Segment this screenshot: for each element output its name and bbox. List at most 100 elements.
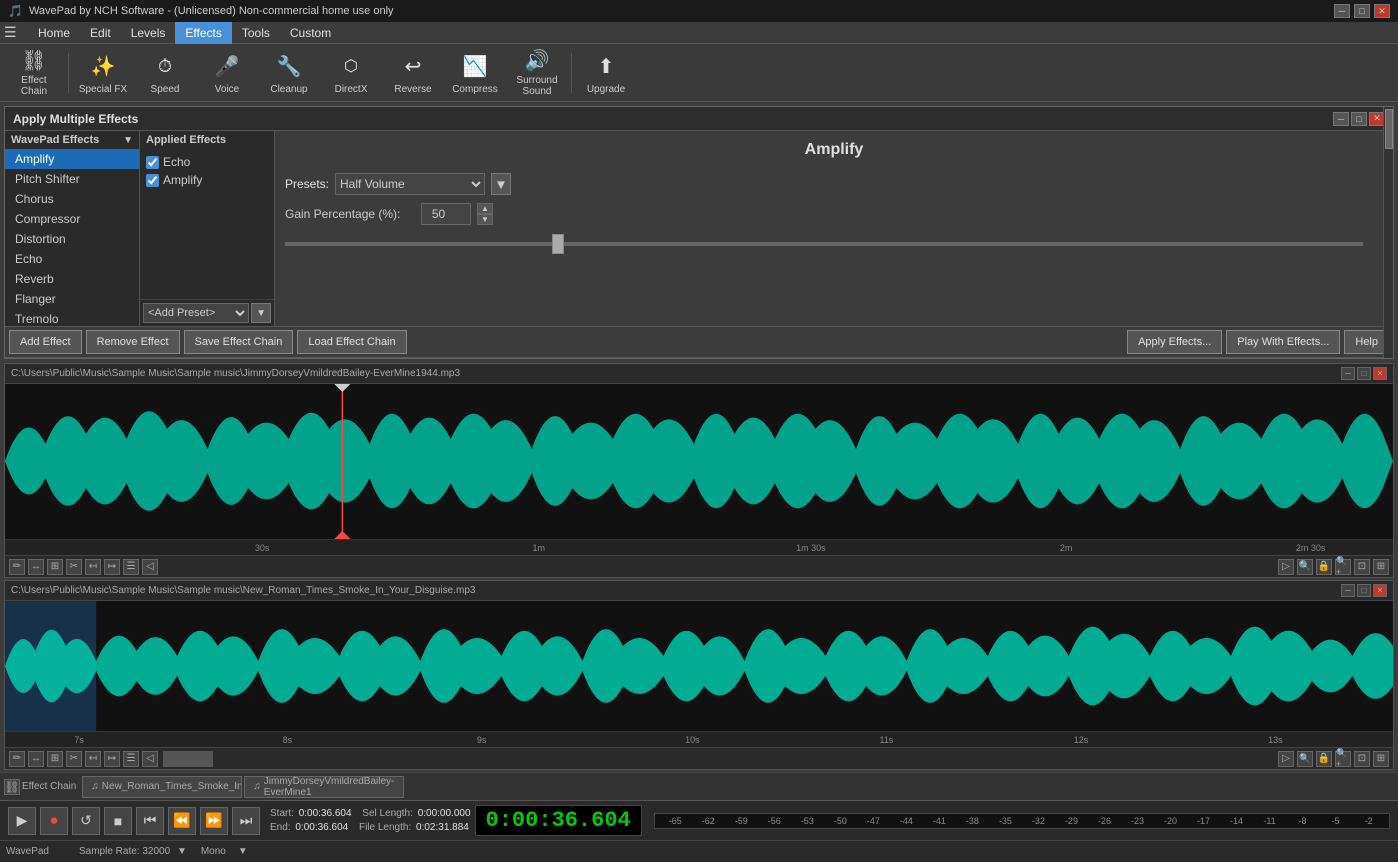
wave2-scroll-region[interactable] [163,751,213,767]
fast-forward-button[interactable]: ⏩ [200,807,228,835]
effects-list[interactable]: Amplify Pitch Shifter Chorus Compressor … [5,149,139,326]
tool-cleanup[interactable]: 🔧 Cleanup [259,47,319,99]
effect-chain-icon-taskbar[interactable]: ⛓ [4,779,20,795]
gain-slider[interactable] [285,242,1363,246]
wave1-cut[interactable]: ✂ [66,559,82,575]
loop-button[interactable]: ↺ [72,807,100,835]
applied-echo-checkbox[interactable] [146,156,159,169]
tool-speed[interactable]: ⏱ Speed [135,47,195,99]
record-button[interactable]: ⏺ [40,807,68,835]
ame-scrollbar-thumb[interactable] [1385,109,1393,149]
wave2-zoom-out[interactable]: 🔍 [1297,751,1313,767]
load-effect-chain-button[interactable]: Load Effect Chain [297,330,406,354]
cleanup-icon: 🔧 [273,50,305,82]
menu-custom[interactable]: Custom [280,22,341,44]
wave1-nav[interactable]: ◁ [142,559,158,575]
menu-levels[interactable]: Levels [121,22,176,44]
wave1-zoom-region[interactable]: ⊞ [47,559,63,575]
prev-button[interactable]: ⏮ [136,807,164,835]
add-preset-select[interactable]: <Add Preset> [143,303,249,323]
tool-reverse[interactable]: ↩ Reverse [383,47,443,99]
wave1-close[interactable]: ✕ [1373,367,1387,380]
wave2-fit[interactable]: ⊡ [1354,751,1370,767]
wave2-maximize[interactable]: □ [1357,584,1371,597]
wave2-canvas[interactable] [5,601,1393,731]
wave2-cut[interactable]: ✂ [66,751,82,767]
play-button[interactable]: ▶ [8,807,36,835]
tool-compress[interactable]: 📉 Compress [445,47,505,99]
tool-effect-chain[interactable]: ⛓ Effect Chain [4,47,64,99]
hamburger-menu[interactable]: ☰ [4,24,24,41]
maximize-button[interactable]: □ [1354,4,1370,18]
wave2-nav[interactable]: ◁ [142,751,158,767]
tool-special-fx[interactable]: ✨ Special FX [73,47,133,99]
wave2-nav-right[interactable]: ▷ [1278,751,1294,767]
wave2-minimize[interactable]: ─ [1341,584,1355,597]
ame-maximize[interactable]: □ [1351,112,1367,126]
wave2-lock[interactable]: 🔒 [1316,751,1332,767]
wave2-zoom-region[interactable]: ⊞ [47,751,63,767]
tool-directx[interactable]: ⬡ DirectX [321,47,381,99]
save-effect-chain-button[interactable]: Save Effect Chain [184,330,294,354]
preset-dropdown-arrow[interactable]: ▼ [491,173,511,195]
add-effect-button[interactable]: Add Effect [9,330,82,354]
menu-tools[interactable]: Tools [232,22,280,44]
effect-pitch-shifter[interactable]: Pitch Shifter [5,169,139,189]
tab-new-roman[interactable]: ♫ New_Roman_Times_Smoke_In_Your_ [82,776,242,798]
wave1-header: C:\Users\Public\Music\Sample Music\Sampl… [5,364,1393,384]
effect-chorus[interactable]: Chorus [5,189,139,209]
effect-echo[interactable]: Echo [5,249,139,269]
wave2-close[interactable]: ✕ [1373,584,1387,597]
wave1-nav-right[interactable]: ▷ [1278,559,1294,575]
tool-upgrade[interactable]: ⬆ Upgrade [576,47,636,99]
effect-compressor[interactable]: Compressor [5,209,139,229]
wave2-out[interactable]: ↦ [104,751,120,767]
wave2-zoom-in[interactable]: 🔍+ [1335,751,1351,767]
close-button[interactable]: ✕ [1374,4,1390,18]
effect-tremolo[interactable]: Tremolo [5,309,139,326]
gain-up-btn[interactable]: ▲ [477,203,493,214]
wave2-select[interactable]: ↔ [28,751,44,767]
wave1-maximize[interactable]: □ [1357,367,1371,380]
play-with-effects-button[interactable]: Play With Effects... [1226,330,1340,354]
menu-edit[interactable]: Edit [80,22,121,44]
ame-scrollbar[interactable] [1383,107,1393,358]
add-preset-dropdown-btn[interactable]: ▼ [251,303,271,323]
wave2-pencil[interactable]: ✏ [9,751,25,767]
wave1-zoom-out[interactable]: 🔍 [1297,559,1313,575]
preset-select[interactable]: Half Volume Full Volume None [335,173,485,195]
wave2-in[interactable]: ↤ [85,751,101,767]
effect-amplify[interactable]: Amplify [5,149,139,169]
tool-surround[interactable]: 🔊 Surround Sound [507,47,567,99]
wave1-extra[interactable]: ⊞ [1373,559,1389,575]
wave1-fit[interactable]: ⊡ [1354,559,1370,575]
wave1-select[interactable]: ↔ [28,559,44,575]
menu-home[interactable]: Home [28,22,80,44]
apply-effects-button[interactable]: Apply Effects... [1127,330,1222,354]
wave1-out[interactable]: ↦ [104,559,120,575]
wave1-in[interactable]: ↤ [85,559,101,575]
wave1-lock[interactable]: 🔒 [1316,559,1332,575]
effect-reverb[interactable]: Reverb [5,269,139,289]
remove-effect-button[interactable]: Remove Effect [86,330,180,354]
stop-button[interactable]: ■ [104,807,132,835]
gain-down-btn[interactable]: ▼ [477,214,493,225]
minimize-button[interactable]: ─ [1334,4,1350,18]
wave1-zoom-in[interactable]: 🔍+ [1335,559,1351,575]
wave2-extra[interactable]: ⊞ [1373,751,1389,767]
applied-amplify-checkbox[interactable] [146,174,159,187]
wave1-list[interactable]: ☰ [123,559,139,575]
wave1-pencil[interactable]: ✏ [9,559,25,575]
rewind-button[interactable]: ⏪ [168,807,196,835]
ame-minimize[interactable]: ─ [1333,112,1349,126]
wave1-minimize[interactable]: ─ [1341,367,1355,380]
next-button[interactable]: ⏭ [232,807,260,835]
effect-distortion[interactable]: Distortion [5,229,139,249]
effect-flanger[interactable]: Flanger [5,289,139,309]
tab-jimmy-dorsey[interactable]: ♫ JimmyDorseyVmildredBailey-EverMine1 [244,776,404,798]
wave2-list[interactable]: ☰ [123,751,139,767]
gain-input[interactable] [421,203,471,225]
wave1-canvas[interactable]: // Generated inline - create many wavefo… [5,384,1393,539]
tool-voice[interactable]: 🎤 Voice [197,47,257,99]
menu-effects[interactable]: Effects [175,22,231,44]
